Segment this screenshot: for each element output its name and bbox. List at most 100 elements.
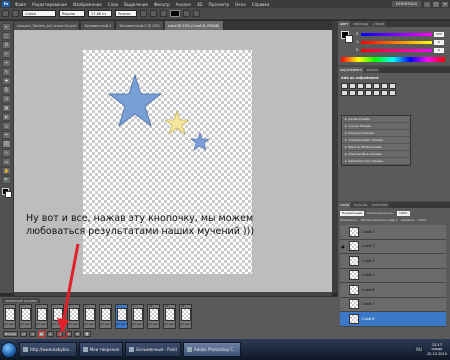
adjustment-icon[interactable] <box>349 90 356 96</box>
adjustment-icon[interactable] <box>381 83 388 89</box>
frame-delay-select[interactable]: 0,5 сек.▾ <box>4 323 15 326</box>
taskbar-button[interactable]: Безымянный - Paint <box>125 342 182 357</box>
preset-item[interactable]: Channel Mixer Presets <box>342 151 410 158</box>
adjustment-icon[interactable] <box>365 83 372 89</box>
color-panel-tab[interactable]: СТИЛИ <box>371 21 386 27</box>
color-slider-g[interactable]: G0 <box>356 39 444 45</box>
taskbar-button[interactable]: Adobe Photoshop C... <box>183 342 241 357</box>
tool-button[interactable]: ✋ <box>2 167 11 175</box>
duplicate-frame-button[interactable]: ⊕ <box>74 331 82 337</box>
adjustment-icon[interactable] <box>373 83 380 89</box>
color-channel-value[interactable]: 0 <box>434 39 444 45</box>
taskbar-button[interactable]: Мои творения <box>78 342 124 357</box>
menu-item[interactable]: 3D <box>194 2 206 7</box>
frame-delay-select[interactable]: 0,5 сек.▾ <box>68 323 79 326</box>
preset-item[interactable]: Exposure Presets <box>342 130 410 137</box>
preset-item[interactable]: Selective Color Presets <box>342 158 410 165</box>
tool-color-swatches[interactable] <box>1 187 13 199</box>
menu-item[interactable]: Фильтр <box>151 2 173 7</box>
color-channel-value[interactable]: 0 <box>434 47 444 53</box>
animation-frame[interactable]: 5 0,5 сек.▾ <box>67 304 80 329</box>
text-tool-icon[interactable] <box>2 10 9 17</box>
tool-button[interactable]: ↖ <box>2 149 11 157</box>
language-indicator[interactable]: RU <box>414 347 424 352</box>
workspace-switcher[interactable]: ESSENTIALS <box>391 1 421 7</box>
layer-row[interactable]: Слой 4 <box>340 254 446 269</box>
animation-frame[interactable]: 10 0,5 сек.▾ <box>147 304 160 329</box>
color-slider-track[interactable] <box>361 48 432 52</box>
menu-item[interactable]: Справка <box>249 2 273 7</box>
align-center-icon[interactable] <box>150 10 157 17</box>
adjustment-icon[interactable] <box>357 83 364 89</box>
adjustment-icon[interactable] <box>381 90 388 96</box>
menu-item[interactable]: Слои <box>105 2 121 7</box>
animation-frame[interactable]: 1 0,5 сек.▾ <box>3 304 16 329</box>
menu-item[interactable]: Изображение <box>70 2 105 7</box>
adjustment-icon[interactable] <box>373 90 380 96</box>
delete-frame-button[interactable]: 🗑 <box>83 331 91 337</box>
tool-button[interactable]: ✎ <box>2 68 11 76</box>
tool-background-swatch[interactable] <box>4 191 12 198</box>
layers-panel-tab[interactable]: КОНТУРЫ <box>370 202 390 208</box>
layer-row[interactable]: Слой 5 <box>340 268 446 283</box>
color-panel-tab[interactable]: ЦВЕТ <box>338 21 351 27</box>
opacity-field[interactable]: 100% <box>396 210 410 216</box>
adjustments-panel-tab[interactable]: ADJUSTMENTS <box>338 67 364 73</box>
start-button[interactable] <box>1 341 17 358</box>
tool-button[interactable]: ▦ <box>2 104 11 112</box>
layer-row[interactable]: Слой 6 <box>340 283 446 298</box>
preset-item[interactable]: Hue/Saturation Presets <box>342 137 410 144</box>
tool-button[interactable]: ▸ <box>2 23 11 31</box>
layer-row[interactable]: ● Слой 3 <box>340 239 446 254</box>
blend-mode-select[interactable]: Нормальный <box>340 210 365 216</box>
align-right-icon[interactable] <box>160 10 167 17</box>
taskbar-button[interactable]: http://www.babyblo... <box>19 342 77 357</box>
frame-delay-select[interactable]: 0,5 сек.▾ <box>116 323 127 326</box>
animation-frame[interactable]: 4 0,5 сек.▾ <box>51 304 64 329</box>
tool-button[interactable]: ⎘ <box>2 86 11 94</box>
document-tab[interactable]: Безымянный-1 <box>81 21 116 30</box>
loop-select[interactable]: Всегда <box>3 331 19 337</box>
character-panel-icon[interactable] <box>193 10 200 17</box>
color-swatches[interactable] <box>341 31 353 43</box>
background-swatch[interactable] <box>345 35 353 43</box>
color-slider-track[interactable] <box>361 32 432 36</box>
adjustment-icon[interactable] <box>357 90 364 96</box>
tool-button[interactable]: ✒ <box>2 131 11 139</box>
text-color-swatch[interactable] <box>170 10 180 17</box>
frame-delay-select[interactable]: 0,5 сек.▾ <box>164 323 175 326</box>
tool-button[interactable]: ✚ <box>2 77 11 85</box>
layers-panel-tab[interactable]: СЛОИ <box>338 202 351 208</box>
orientation-icon[interactable] <box>12 10 19 17</box>
layer-row[interactable]: Слой 7 <box>340 297 446 312</box>
font-family-select[interactable]: Calibri <box>22 10 56 17</box>
menu-item[interactable]: Выделение <box>121 2 151 7</box>
antialias-select[interactable]: Резкое <box>115 10 137 17</box>
frame-delay-select[interactable]: 0,5 сек.▾ <box>100 323 111 326</box>
color-spectrum[interactable] <box>341 57 445 62</box>
layer-row[interactable]: Слой 2 <box>340 225 446 240</box>
frame-delay-select[interactable]: 0,5 сек.▾ <box>20 323 31 326</box>
animation-frame[interactable]: 8 0,5 сек.▾ <box>115 304 128 329</box>
animation-frame[interactable]: 6 0,5 сек.▾ <box>83 304 96 329</box>
tool-button[interactable]: ◐ <box>2 113 11 121</box>
document-canvas[interactable] <box>83 50 252 274</box>
document-tab[interactable]: Lessons_Tablets_w4_lesson34.psd <box>14 21 81 30</box>
animation-frame[interactable]: 11 0,5 сек.▾ <box>163 304 176 329</box>
document-tab[interactable]: Безымянный-2 @ 25% <box>116 21 165 30</box>
animation-frame[interactable]: 12 0,5 сек.▾ <box>179 304 192 329</box>
layer-row[interactable]: Слой 8 <box>340 312 446 327</box>
color-slider-track[interactable] <box>361 40 432 44</box>
preset-item[interactable]: Levels Presets <box>342 116 410 123</box>
tool-button[interactable]: ◬ <box>2 122 11 130</box>
canvas-area[interactable] <box>14 30 332 292</box>
animation-frame[interactable]: 2 0,5 сек.▾ <box>19 304 32 329</box>
play-button[interactable]: ▶ <box>38 331 46 337</box>
propagate-frame-checkbox[interactable]: Распространить кадр 1 <box>361 218 398 222</box>
menu-item[interactable]: Просмотр <box>206 2 233 7</box>
color-channel-value[interactable]: 255 <box>434 31 444 37</box>
previous-frame-button[interactable]: ◂ <box>29 331 37 337</box>
tool-button[interactable]: ⬚ <box>2 32 11 40</box>
preset-item[interactable]: Curves Presets <box>342 123 410 130</box>
fill-field[interactable]: 100% <box>418 218 427 222</box>
